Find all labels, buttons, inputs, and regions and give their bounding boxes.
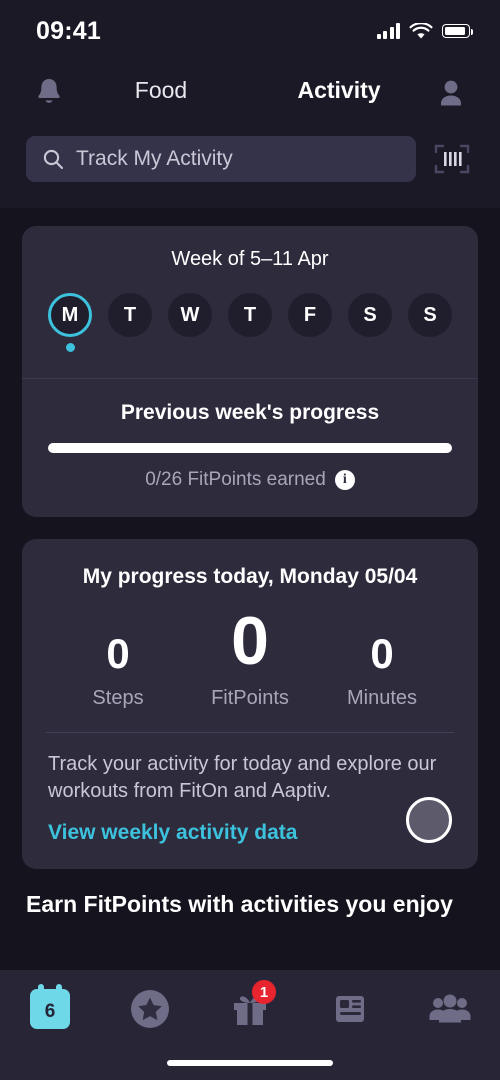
today-progress-card: My progress today, Monday 05/04 0 Steps … <box>22 539 478 869</box>
day-wednesday[interactable]: W <box>168 293 212 352</box>
day-tuesday[interactable]: T <box>108 293 152 352</box>
nav-item-calendar[interactable]: 6 <box>0 984 100 1034</box>
tab-bar: Food Activity <box>72 77 428 108</box>
previous-week-title: Previous week's progress <box>120 401 380 424</box>
main-content: Week of 5–11 Apr M T W T F S S Previous … <box>0 208 500 918</box>
tab-indicator-row <box>0 122 500 136</box>
status-indicators <box>376 22 473 40</box>
avatar-icon[interactable] <box>428 69 474 115</box>
app-screen: 09:41 Food Activity Track My Activity We… <box>0 0 500 1080</box>
app-header: Food Activity <box>0 62 500 122</box>
stat-value: 0 <box>106 630 130 677</box>
day-circle: F <box>288 293 332 337</box>
day-circle: T <box>108 293 152 337</box>
nav-item-news[interactable] <box>300 984 400 1034</box>
day-circle: W <box>168 293 212 337</box>
day-dot-placeholder <box>426 343 435 352</box>
community-group-icon <box>429 994 471 1023</box>
today-description: Track your activity for today and explor… <box>48 753 437 802</box>
calendar-icon: 6 <box>30 984 70 1029</box>
search-row: Track My Activity <box>0 136 500 208</box>
battery-icon <box>442 24 473 38</box>
stat-value: 0 <box>370 630 394 677</box>
nav-item-rewards[interactable] <box>100 984 200 1034</box>
stat-label: FitPoints <box>211 687 289 709</box>
star-circle-icon <box>131 990 169 1028</box>
day-circle: T <box>228 293 272 337</box>
day-dot-placeholder <box>306 343 315 352</box>
news-article-icon <box>336 996 364 1022</box>
day-dot-placeholder <box>126 343 135 352</box>
day-saturday[interactable]: S <box>348 293 392 352</box>
previous-week-summary-row: 0/26 FitPoints earned i <box>48 469 452 491</box>
day-circle: M <box>48 293 92 337</box>
banner-title: Earn FitPoints with activities you enjoy <box>26 891 453 917</box>
stat-label: Steps <box>92 687 144 709</box>
info-icon[interactable]: i <box>334 470 355 490</box>
week-title: Week of 5–11 Apr <box>171 248 329 270</box>
cellular-signal-icon <box>376 23 400 39</box>
search-icon <box>43 149 64 170</box>
circle-button-icon[interactable] <box>406 797 452 843</box>
status-time: 09:41 <box>36 16 101 45</box>
previous-week-progress-bar <box>48 443 452 453</box>
day-dot-placeholder <box>246 343 255 352</box>
wifi-icon <box>409 22 433 38</box>
today-stats: 0 Steps 0 FitPoints 0 Minutes <box>22 589 478 710</box>
previous-week-summary: 0/26 FitPoints earned <box>145 469 326 490</box>
search-input[interactable]: Track My Activity <box>26 136 416 182</box>
day-dot-placeholder <box>366 343 375 352</box>
day-sunday[interactable]: S <box>408 293 452 352</box>
day-dot-placeholder <box>186 343 195 352</box>
stat-minutes: 0 Minutes <box>316 633 448 710</box>
gift-badge: 1 <box>252 980 276 1004</box>
view-weekly-activity-data-link[interactable]: View weekly activity data <box>48 821 297 845</box>
barcode-scan-icon[interactable] <box>430 139 474 179</box>
bell-icon[interactable] <box>26 69 72 115</box>
week-card: Week of 5–11 Apr M T W T F S S Previous … <box>22 226 478 517</box>
today-body: Track your activity for today and explor… <box>22 733 478 869</box>
day-monday[interactable]: M <box>48 293 92 352</box>
today-title: My progress today, Monday 05/04 <box>82 565 418 588</box>
day-selected-dot <box>65 343 75 352</box>
previous-week-section: Previous week's progress 0/26 FitPoints … <box>22 379 478 517</box>
home-indicator <box>167 1060 333 1066</box>
day-thursday[interactable]: T <box>228 293 272 352</box>
status-bar: 09:41 <box>0 0 500 62</box>
stat-fitpoints: 0 FitPoints <box>184 607 316 710</box>
tab-activity[interactable]: Activity <box>250 77 428 108</box>
day-circle: S <box>408 293 452 337</box>
stat-label: Minutes <box>346 687 418 709</box>
stat-steps: 0 Steps <box>52 633 184 710</box>
day-circle: S <box>348 293 392 337</box>
stat-value: 0 <box>231 603 269 679</box>
nav-item-community[interactable] <box>400 984 500 1034</box>
search-placeholder: Track My Activity <box>76 147 233 170</box>
day-friday[interactable]: F <box>288 293 332 352</box>
tab-food[interactable]: Food <box>72 77 250 108</box>
day-selector: M T W T F S S <box>22 293 478 362</box>
nav-item-gifts[interactable]: 1 <box>200 980 300 1034</box>
